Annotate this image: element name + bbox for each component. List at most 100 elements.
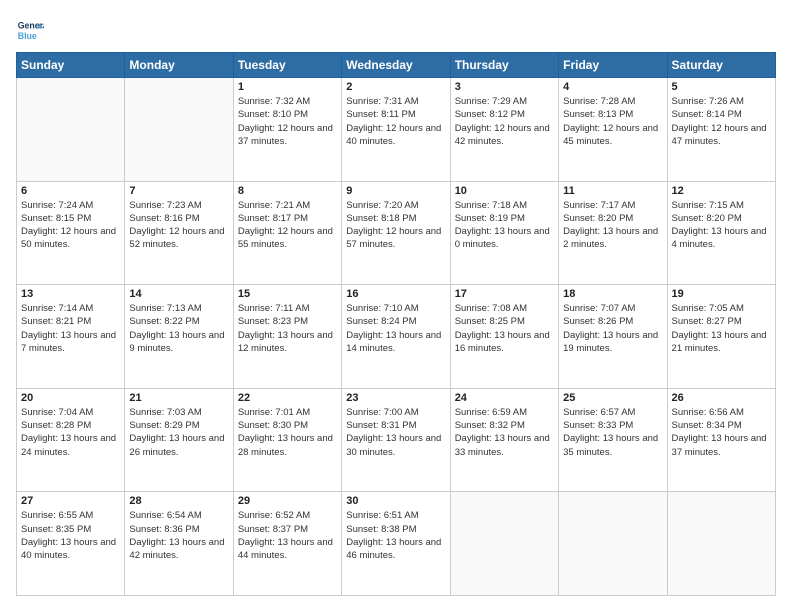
- day-number: 1: [238, 81, 337, 93]
- day-info: Sunrise: 6:55 AM Sunset: 8:35 PM Dayligh…: [21, 509, 120, 562]
- day-cell: 28Sunrise: 6:54 AM Sunset: 8:36 PM Dayli…: [125, 492, 233, 596]
- day-cell: 26 Sunrise: 6:56 AM Sunset: 8:34 PM Dayli…: [667, 388, 775, 492]
- header: General Blue: [16, 16, 776, 44]
- day-cell: 20 Sunrise: 7:04 AM Sunset: 8:28 PM Dayli…: [17, 388, 125, 492]
- day-number: 29: [238, 495, 337, 507]
- day-info: Sunrise: 6:59 AM Sunset: 8:32 PM Dayligh…: [455, 406, 554, 459]
- day-info: Sunrise: 7:05 AM Sunset: 8:27 PM Dayligh…: [672, 302, 771, 355]
- day-number: 15: [238, 288, 337, 300]
- day-info: Sunrise: 7:20 AM Sunset: 8:18 PM Dayligh…: [346, 199, 445, 252]
- day-info: Sunrise: 6:56 AM Sunset: 8:34 PM Dayligh…: [672, 406, 771, 459]
- day-info: Sunrise: 7:04 AM Sunset: 8:28 PM Dayligh…: [21, 406, 120, 459]
- day-number: 6: [21, 185, 120, 197]
- day-number: 10: [455, 185, 554, 197]
- day-number: 9: [346, 185, 445, 197]
- day-cell: 21 Sunrise: 7:03 AM Sunset: 8:29 PM Dayli…: [125, 388, 233, 492]
- day-info: Sunrise: 7:03 AM Sunset: 8:29 PM Dayligh…: [129, 406, 228, 459]
- day-number: 11: [563, 185, 662, 197]
- weekday-header-sunday: Sunday: [17, 53, 125, 78]
- day-cell: 11 Sunrise: 7:17 AM Sunset: 8:20 PM Dayli…: [559, 181, 667, 285]
- day-number: 18: [563, 288, 662, 300]
- day-info: Sunrise: 7:31 AM Sunset: 8:11 PM Dayligh…: [346, 95, 445, 148]
- svg-text:Blue: Blue: [18, 31, 37, 41]
- day-number: 4: [563, 81, 662, 93]
- day-cell: 16 Sunrise: 7:10 AM Sunset: 8:24 PM Dayli…: [342, 285, 450, 389]
- day-info: Sunrise: 7:00 AM Sunset: 8:31 PM Dayligh…: [346, 406, 445, 459]
- day-info: Sunrise: 6:51 AM Sunset: 8:38 PM Dayligh…: [346, 509, 445, 562]
- day-cell: [17, 78, 125, 182]
- day-cell: 22Sunrise: 7:01 AM Sunset: 8:30 PM Dayli…: [233, 388, 341, 492]
- day-number: 12: [672, 185, 771, 197]
- day-cell: 15Sunrise: 7:11 AM Sunset: 8:23 PM Dayli…: [233, 285, 341, 389]
- day-cell: 24 Sunrise: 6:59 AM Sunset: 8:32 PM Dayli…: [450, 388, 558, 492]
- day-number: 3: [455, 81, 554, 93]
- day-cell: 6 Sunrise: 7:24 AM Sunset: 8:15 PM Daylig…: [17, 181, 125, 285]
- weekday-header-wednesday: Wednesday: [342, 53, 450, 78]
- day-cell: [450, 492, 558, 596]
- day-info: Sunrise: 7:23 AM Sunset: 8:16 PM Dayligh…: [129, 199, 228, 252]
- day-cell: 13 Sunrise: 7:14 AM Sunset: 8:21 PM Dayli…: [17, 285, 125, 389]
- week-row-3: 13 Sunrise: 7:14 AM Sunset: 8:21 PM Dayli…: [17, 285, 776, 389]
- week-row-1: 1 Sunrise: 7:32 AM Sunset: 8:10 PM Daylig…: [17, 78, 776, 182]
- logo: General Blue: [16, 16, 48, 44]
- day-cell: 5 Sunrise: 7:26 AM Sunset: 8:14 PM Daylig…: [667, 78, 775, 182]
- day-cell: 19Sunrise: 7:05 AM Sunset: 8:27 PM Dayli…: [667, 285, 775, 389]
- day-info: Sunrise: 7:01 AM Sunset: 8:30 PM Dayligh…: [238, 406, 337, 459]
- day-info: Sunrise: 7:14 AM Sunset: 8:21 PM Dayligh…: [21, 302, 120, 355]
- weekday-header-row: SundayMondayTuesdayWednesdayThursdayFrid…: [17, 53, 776, 78]
- day-cell: 1 Sunrise: 7:32 AM Sunset: 8:10 PM Daylig…: [233, 78, 341, 182]
- calendar-table: SundayMondayTuesdayWednesdayThursdayFrid…: [16, 52, 776, 596]
- day-number: 21: [129, 392, 228, 404]
- week-row-2: 6 Sunrise: 7:24 AM Sunset: 8:15 PM Daylig…: [17, 181, 776, 285]
- day-number: 23: [346, 392, 445, 404]
- day-info: Sunrise: 7:07 AM Sunset: 8:26 PM Dayligh…: [563, 302, 662, 355]
- logo-icon: General Blue: [16, 16, 44, 44]
- day-cell: 4 Sunrise: 7:28 AM Sunset: 8:13 PM Daylig…: [559, 78, 667, 182]
- day-info: Sunrise: 7:17 AM Sunset: 8:20 PM Dayligh…: [563, 199, 662, 252]
- day-number: 5: [672, 81, 771, 93]
- day-info: Sunrise: 7:26 AM Sunset: 8:14 PM Dayligh…: [672, 95, 771, 148]
- day-cell: [125, 78, 233, 182]
- page: General Blue SundayMondayTuesdayWednesda…: [0, 0, 792, 612]
- day-number: 16: [346, 288, 445, 300]
- day-cell: [559, 492, 667, 596]
- day-cell: 17 Sunrise: 7:08 AM Sunset: 8:25 PM Dayli…: [450, 285, 558, 389]
- day-info: Sunrise: 7:29 AM Sunset: 8:12 PM Dayligh…: [455, 95, 554, 148]
- day-number: 20: [21, 392, 120, 404]
- day-info: Sunrise: 7:28 AM Sunset: 8:13 PM Dayligh…: [563, 95, 662, 148]
- day-info: Sunrise: 7:24 AM Sunset: 8:15 PM Dayligh…: [21, 199, 120, 252]
- day-number: 13: [21, 288, 120, 300]
- day-cell: 3 Sunrise: 7:29 AM Sunset: 8:12 PM Daylig…: [450, 78, 558, 182]
- day-cell: 2Sunrise: 7:31 AM Sunset: 8:11 PM Daylig…: [342, 78, 450, 182]
- day-info: Sunrise: 7:32 AM Sunset: 8:10 PM Dayligh…: [238, 95, 337, 148]
- day-number: 14: [129, 288, 228, 300]
- day-number: 17: [455, 288, 554, 300]
- day-info: Sunrise: 7:10 AM Sunset: 8:24 PM Dayligh…: [346, 302, 445, 355]
- week-row-4: 20 Sunrise: 7:04 AM Sunset: 8:28 PM Dayli…: [17, 388, 776, 492]
- day-cell: 14 Sunrise: 7:13 AM Sunset: 8:22 PM Dayli…: [125, 285, 233, 389]
- day-number: 28: [129, 495, 228, 507]
- day-cell: 30Sunrise: 6:51 AM Sunset: 8:38 PM Dayli…: [342, 492, 450, 596]
- day-info: Sunrise: 7:13 AM Sunset: 8:22 PM Dayligh…: [129, 302, 228, 355]
- day-info: Sunrise: 6:57 AM Sunset: 8:33 PM Dayligh…: [563, 406, 662, 459]
- day-info: Sunrise: 7:21 AM Sunset: 8:17 PM Dayligh…: [238, 199, 337, 252]
- weekday-header-monday: Monday: [125, 53, 233, 78]
- day-number: 7: [129, 185, 228, 197]
- day-cell: 12Sunrise: 7:15 AM Sunset: 8:20 PM Dayli…: [667, 181, 775, 285]
- day-number: 26: [672, 392, 771, 404]
- day-info: Sunrise: 7:08 AM Sunset: 8:25 PM Dayligh…: [455, 302, 554, 355]
- day-cell: 18 Sunrise: 7:07 AM Sunset: 8:26 PM Dayli…: [559, 285, 667, 389]
- week-row-5: 27Sunrise: 6:55 AM Sunset: 8:35 PM Dayli…: [17, 492, 776, 596]
- weekday-header-friday: Friday: [559, 53, 667, 78]
- day-number: 24: [455, 392, 554, 404]
- day-info: Sunrise: 6:52 AM Sunset: 8:37 PM Dayligh…: [238, 509, 337, 562]
- weekday-header-saturday: Saturday: [667, 53, 775, 78]
- day-info: Sunrise: 7:18 AM Sunset: 8:19 PM Dayligh…: [455, 199, 554, 252]
- day-cell: 29 Sunrise: 6:52 AM Sunset: 8:37 PM Dayli…: [233, 492, 341, 596]
- day-cell: 10 Sunrise: 7:18 AM Sunset: 8:19 PM Dayli…: [450, 181, 558, 285]
- day-cell: 9 Sunrise: 7:20 AM Sunset: 8:18 PM Daylig…: [342, 181, 450, 285]
- day-cell: [667, 492, 775, 596]
- day-cell: 23 Sunrise: 7:00 AM Sunset: 8:31 PM Dayli…: [342, 388, 450, 492]
- day-cell: 7 Sunrise: 7:23 AM Sunset: 8:16 PM Daylig…: [125, 181, 233, 285]
- day-number: 25: [563, 392, 662, 404]
